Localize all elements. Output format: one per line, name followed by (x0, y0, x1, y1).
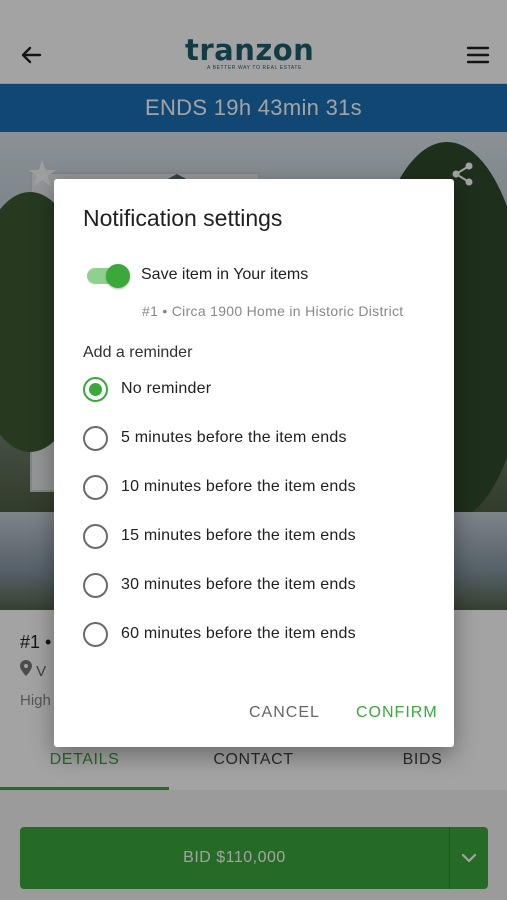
reminder-option-10min[interactable]: 10 minutes before the item ends (83, 474, 423, 502)
reminder-option-none[interactable]: No reminder (83, 376, 423, 404)
radio-button[interactable] (83, 524, 108, 549)
reminder-option-label: No reminder (121, 380, 212, 397)
save-item-label: Save item in Your items (141, 266, 309, 283)
save-item-toggle[interactable] (85, 264, 130, 288)
reminder-heading: Add a reminder (83, 344, 193, 361)
reminder-option-60min[interactable]: 60 minutes before the item ends (83, 621, 423, 649)
radio-button[interactable] (83, 377, 108, 402)
reminder-option-label: 30 minutes before the item ends (121, 576, 356, 593)
radio-button[interactable] (83, 573, 108, 598)
reminder-option-label: 15 minutes before the item ends (121, 527, 356, 544)
radio-button[interactable] (83, 426, 108, 451)
confirm-button[interactable]: CONFIRM (356, 704, 438, 722)
reminder-option-label: 60 minutes before the item ends (121, 625, 356, 642)
reminder-option-15min[interactable]: 15 minutes before the item ends (83, 523, 423, 551)
notification-settings-dialog: Notification settings Save item in Your … (54, 179, 454, 747)
reminder-option-5min[interactable]: 5 minutes before the item ends (83, 425, 423, 453)
reminder-option-label: 10 minutes before the item ends (121, 478, 356, 495)
cancel-button[interactable]: CANCEL (249, 704, 320, 722)
reminder-option-label: 5 minutes before the item ends (121, 429, 347, 446)
item-subtitle: #1 • Circa 1900 Home in Historic Distric… (142, 303, 404, 319)
radio-button[interactable] (83, 475, 108, 500)
radio-button[interactable] (83, 622, 108, 647)
dialog-title: Notification settings (83, 205, 283, 231)
reminder-option-30min[interactable]: 30 minutes before the item ends (83, 572, 423, 600)
